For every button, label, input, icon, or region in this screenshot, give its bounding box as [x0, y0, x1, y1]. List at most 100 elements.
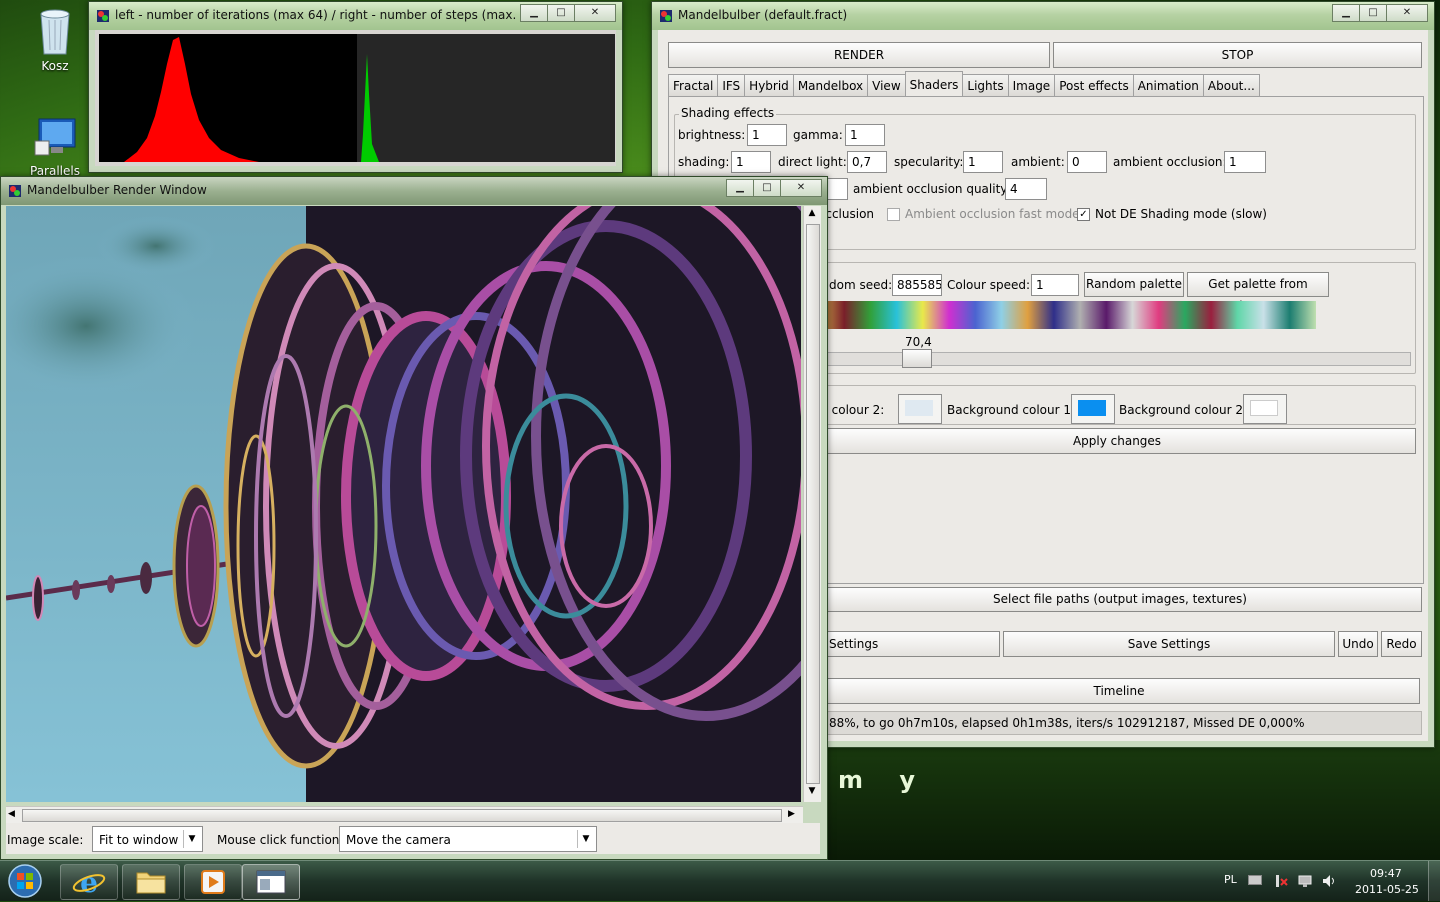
- taskbar-mandelbulber[interactable]: [242, 864, 300, 900]
- colour-palette-strip[interactable]: [818, 301, 1316, 329]
- parallels-share-icon: [34, 118, 76, 156]
- close-icon[interactable]: ✕: [780, 179, 822, 197]
- tab-about[interactable]: About...: [1202, 74, 1260, 96]
- scroll-down-icon[interactable]: ▼: [805, 786, 819, 800]
- image-scale-value: Fit to window: [99, 833, 179, 847]
- bg-colour-1-swatch[interactable]: [1071, 394, 1115, 424]
- status-text: 88%, to go 0h7m10s, elapsed 0h1m38s, ite…: [829, 716, 1305, 730]
- horizontal-scroll-thumb[interactable]: [22, 809, 782, 822]
- recycle-bin-icon: [40, 9, 70, 55]
- random-seed-input[interactable]: 885585: [892, 274, 942, 296]
- window-title: Mandelbulber (default.fract): [678, 8, 848, 22]
- render-button[interactable]: RENDER: [668, 42, 1050, 68]
- desktop-icon-recycle-bin[interactable]: Kosz: [15, 6, 95, 73]
- maximize-icon[interactable]: □: [753, 179, 781, 197]
- taskbar-explorer[interactable]: [122, 864, 180, 900]
- render-titlebar[interactable]: Mandelbulber Render Window ▁ □ ✕: [1, 177, 827, 205]
- colour-speed-input[interactable]: 1: [1031, 274, 1079, 296]
- action-center-icon[interactable]: [1273, 873, 1289, 889]
- specularity-input[interactable]: 1: [963, 151, 1003, 173]
- ao-fast-checkbox[interactable]: [887, 208, 900, 221]
- brightness-label: brightness:: [678, 128, 746, 142]
- tab-fractal[interactable]: Fractal: [668, 74, 719, 96]
- bg-colour-2-swatch[interactable]: [1243, 394, 1287, 424]
- direct-light-input[interactable]: 0,7: [847, 151, 887, 173]
- desktop-icon-label: Kosz: [41, 59, 69, 73]
- slider-handle[interactable]: [902, 349, 932, 368]
- load-settings-button[interactable]: Settings: [818, 631, 1000, 657]
- network-icon[interactable]: [1297, 873, 1313, 889]
- tab-hybrid[interactable]: Hybrid: [744, 74, 794, 96]
- apply-changes-button[interactable]: Apply changes: [818, 428, 1416, 454]
- palette-from-image-button[interactable]: Get palette from image: [1187, 272, 1329, 313]
- maximize-icon[interactable]: □: [1359, 4, 1387, 22]
- gamma-input[interactable]: 1: [845, 124, 885, 146]
- scroll-right-icon[interactable]: ▶: [788, 809, 800, 821]
- tab-lights[interactable]: Lights: [962, 74, 1009, 96]
- tab-animation[interactable]: Animation: [1132, 74, 1204, 96]
- tab-image[interactable]: Image: [1007, 74, 1056, 96]
- tab-mandelbox[interactable]: Mandelbox: [792, 74, 869, 96]
- main-titlebar[interactable]: Mandelbulber (default.fract) ▁ □ ✕: [652, 2, 1434, 30]
- internet-explorer-icon: e: [72, 866, 106, 899]
- rendered-fractal-image[interactable]: [6, 206, 801, 802]
- not-de-checkbox[interactable]: ✓: [1077, 208, 1090, 221]
- close-icon[interactable]: ✕: [1386, 4, 1428, 22]
- image-scale-select[interactable]: Fit to window ▼: [92, 826, 203, 852]
- stop-button[interactable]: STOP: [1053, 42, 1422, 68]
- scroll-up-icon[interactable]: ▲: [805, 208, 819, 222]
- ambient-input[interactable]: 0: [1067, 151, 1107, 173]
- histogram-window[interactable]: left - number of iterations (max 64) / r…: [88, 1, 623, 173]
- language-indicator[interactable]: PL: [1224, 873, 1237, 886]
- ambient-occlusion-input[interactable]: 1: [1224, 151, 1266, 173]
- random-palette-button[interactable]: Random palette: [1084, 272, 1184, 297]
- tab-ifs[interactable]: IFS: [717, 74, 746, 96]
- mandelbulber-app-icon: [9, 185, 21, 197]
- show-desktop-button[interactable]: [1428, 861, 1440, 901]
- close-icon[interactable]: ✕: [574, 4, 616, 22]
- minimize-icon[interactable]: ▁: [520, 4, 548, 22]
- mandelbulber-app-icon: [660, 10, 672, 22]
- start-button[interactable]: [6, 863, 44, 899]
- timeline-button[interactable]: Timeline: [818, 678, 1420, 704]
- mouse-click-select[interactable]: Move the camera ▼: [339, 826, 597, 852]
- colour-speed-label: Colour speed:: [947, 278, 1031, 292]
- taskbar-media-player[interactable]: [184, 864, 242, 900]
- keyboard-icon[interactable]: [1248, 875, 1262, 885]
- folder-icon: [136, 872, 166, 894]
- svg-text:e: e: [80, 866, 98, 899]
- taskbar: e PL 09:47 2011-05-25: [0, 860, 1440, 901]
- minimize-icon[interactable]: ▁: [1332, 4, 1360, 22]
- tab-post-effects[interactable]: Post effects: [1054, 74, 1134, 96]
- glow-colour-2-swatch[interactable]: [898, 394, 942, 424]
- volume-icon[interactable]: [1321, 873, 1337, 889]
- vertical-scrollbar[interactable]: ▲ ▼: [803, 206, 821, 802]
- minimize-icon[interactable]: ▁: [726, 179, 754, 197]
- shading-input[interactable]: 1: [731, 151, 771, 173]
- undo-button[interactable]: Undo: [1338, 631, 1378, 657]
- mouse-click-label: Mouse click function:: [217, 833, 344, 847]
- scroll-left-icon[interactable]: ◀: [8, 809, 20, 821]
- select-file-paths-button[interactable]: Select file paths (output images, textur…: [818, 587, 1422, 612]
- status-bar: 88%, to go 0h7m10s, elapsed 0h1m38s, ite…: [818, 711, 1422, 735]
- image-scale-label: Image scale:: [7, 833, 84, 847]
- brightness-input[interactable]: 1: [747, 124, 787, 146]
- redo-button[interactable]: Redo: [1381, 631, 1422, 657]
- desktop-dark-panel: [820, 740, 1440, 860]
- bg-colour-2-label: Background colour 2:: [1119, 403, 1248, 417]
- direct-light-label: direct light:: [778, 155, 847, 169]
- horizontal-scrollbar[interactable]: ◀ ▶: [6, 806, 803, 823]
- histogram-titlebar[interactable]: left - number of iterations (max 64) / r…: [89, 2, 622, 30]
- taskbar-internet-explorer[interactable]: e: [60, 864, 118, 900]
- app-window-icon: [256, 870, 286, 894]
- save-settings-button[interactable]: Save Settings: [1003, 631, 1335, 657]
- ao-quality-input[interactable]: 4: [1005, 178, 1047, 200]
- media-player-icon: [201, 870, 225, 894]
- clock-date[interactable]: 2011-05-25: [1355, 883, 1419, 896]
- tab-shaders[interactable]: Shaders: [904, 71, 964, 96]
- slider-value-label: 70,4: [905, 335, 932, 349]
- clock-time[interactable]: 09:47: [1370, 867, 1402, 880]
- tab-view[interactable]: View: [867, 74, 906, 96]
- maximize-icon[interactable]: □: [547, 4, 575, 22]
- vertical-scroll-thumb[interactable]: [806, 224, 820, 784]
